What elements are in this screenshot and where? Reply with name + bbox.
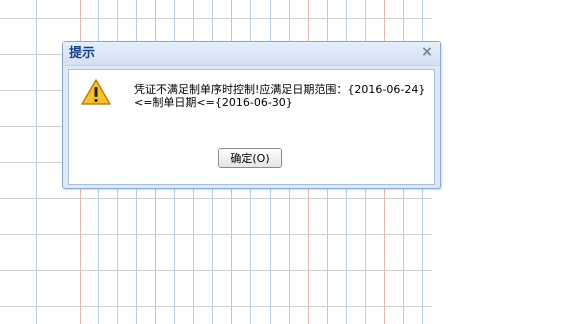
warning-icon xyxy=(81,79,111,105)
dialog-title: 提示 xyxy=(69,46,96,61)
dialog-message: 凭证不满足制单序时控制!应满足日期范围：{2016-06-24}<=制单日期<=… xyxy=(134,83,426,109)
dialog-body: 凭证不满足制单序时控制!应满足日期范围：{2016-06-24}<=制单日期<=… xyxy=(68,69,435,185)
dialog-titlebar[interactable]: 提示 × xyxy=(63,42,440,66)
alert-dialog: 提示 × 凭证不满足制单序时控制!应满足日期范围：{2016-06-24}<=制… xyxy=(62,41,441,189)
ok-button[interactable]: 确定(O) xyxy=(218,148,282,168)
close-icon[interactable]: × xyxy=(420,45,434,59)
blank-area xyxy=(432,0,563,324)
